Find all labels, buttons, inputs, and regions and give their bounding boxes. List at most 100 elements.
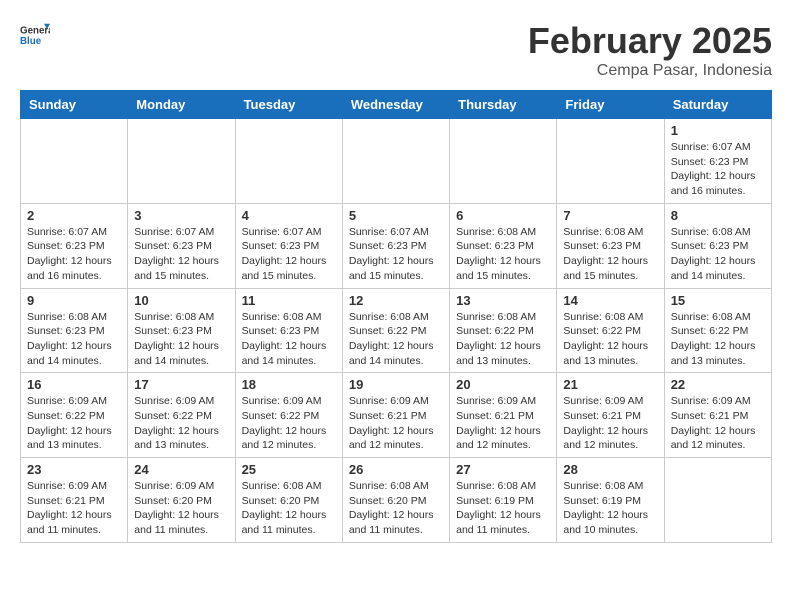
day-number: 3 bbox=[134, 208, 228, 223]
day-info: Sunrise: 6:09 AM Sunset: 6:21 PM Dayligh… bbox=[27, 479, 121, 538]
day-number: 9 bbox=[27, 293, 121, 308]
calendar-cell: 24 Sunrise: 6:09 AM Sunset: 6:20 PM Dayli… bbox=[128, 458, 235, 543]
calendar-cell: 1 Sunrise: 6:07 AM Sunset: 6:23 PM Daylig… bbox=[664, 119, 771, 204]
calendar-cell: 10 Sunrise: 6:08 AM Sunset: 6:23 PM Dayli… bbox=[128, 288, 235, 373]
week-row-1: 2 Sunrise: 6:07 AM Sunset: 6:23 PM Daylig… bbox=[21, 203, 772, 288]
calendar-cell: 15 Sunrise: 6:08 AM Sunset: 6:22 PM Dayli… bbox=[664, 288, 771, 373]
weekday-header-sunday: Sunday bbox=[21, 91, 128, 119]
calendar-cell: 16 Sunrise: 6:09 AM Sunset: 6:22 PM Dayli… bbox=[21, 373, 128, 458]
calendar-cell bbox=[557, 119, 664, 204]
calendar-cell: 11 Sunrise: 6:08 AM Sunset: 6:23 PM Dayli… bbox=[235, 288, 342, 373]
calendar-cell: 28 Sunrise: 6:08 AM Sunset: 6:19 PM Dayli… bbox=[557, 458, 664, 543]
day-number: 22 bbox=[671, 377, 765, 392]
day-info: Sunrise: 6:09 AM Sunset: 6:22 PM Dayligh… bbox=[27, 394, 121, 453]
calendar-cell bbox=[664, 458, 771, 543]
day-number: 10 bbox=[134, 293, 228, 308]
calendar-cell: 26 Sunrise: 6:08 AM Sunset: 6:20 PM Dayli… bbox=[342, 458, 449, 543]
calendar-cell: 27 Sunrise: 6:08 AM Sunset: 6:19 PM Dayli… bbox=[450, 458, 557, 543]
day-number: 25 bbox=[242, 462, 336, 477]
day-info: Sunrise: 6:07 AM Sunset: 6:23 PM Dayligh… bbox=[349, 225, 443, 284]
day-info: Sunrise: 6:08 AM Sunset: 6:22 PM Dayligh… bbox=[349, 310, 443, 369]
day-number: 27 bbox=[456, 462, 550, 477]
calendar-cell: 3 Sunrise: 6:07 AM Sunset: 6:23 PM Daylig… bbox=[128, 203, 235, 288]
day-info: Sunrise: 6:08 AM Sunset: 6:23 PM Dayligh… bbox=[563, 225, 657, 284]
day-info: Sunrise: 6:08 AM Sunset: 6:22 PM Dayligh… bbox=[563, 310, 657, 369]
weekday-header-saturday: Saturday bbox=[664, 91, 771, 119]
day-info: Sunrise: 6:09 AM Sunset: 6:21 PM Dayligh… bbox=[456, 394, 550, 453]
day-number: 5 bbox=[349, 208, 443, 223]
day-info: Sunrise: 6:08 AM Sunset: 6:23 PM Dayligh… bbox=[27, 310, 121, 369]
weekday-header-tuesday: Tuesday bbox=[235, 91, 342, 119]
calendar-cell: 19 Sunrise: 6:09 AM Sunset: 6:21 PM Dayli… bbox=[342, 373, 449, 458]
calendar-cell: 17 Sunrise: 6:09 AM Sunset: 6:22 PM Dayli… bbox=[128, 373, 235, 458]
day-number: 23 bbox=[27, 462, 121, 477]
calendar-cell bbox=[21, 119, 128, 204]
day-number: 2 bbox=[27, 208, 121, 223]
day-info: Sunrise: 6:08 AM Sunset: 6:23 PM Dayligh… bbox=[671, 225, 765, 284]
day-info: Sunrise: 6:07 AM Sunset: 6:23 PM Dayligh… bbox=[134, 225, 228, 284]
day-info: Sunrise: 6:07 AM Sunset: 6:23 PM Dayligh… bbox=[242, 225, 336, 284]
calendar: SundayMondayTuesdayWednesdayThursdayFrid… bbox=[20, 90, 772, 543]
day-number: 17 bbox=[134, 377, 228, 392]
day-info: Sunrise: 6:08 AM Sunset: 6:19 PM Dayligh… bbox=[456, 479, 550, 538]
logo: General Blue bbox=[20, 20, 50, 50]
day-number: 12 bbox=[349, 293, 443, 308]
day-info: Sunrise: 6:09 AM Sunset: 6:22 PM Dayligh… bbox=[134, 394, 228, 453]
day-number: 14 bbox=[563, 293, 657, 308]
day-info: Sunrise: 6:07 AM Sunset: 6:23 PM Dayligh… bbox=[671, 140, 765, 199]
weekday-header-monday: Monday bbox=[128, 91, 235, 119]
svg-text:General: General bbox=[20, 26, 50, 37]
day-info: Sunrise: 6:08 AM Sunset: 6:19 PM Dayligh… bbox=[563, 479, 657, 538]
title-area: February 2025 Cempa Pasar, Indonesia bbox=[528, 20, 772, 80]
day-number: 16 bbox=[27, 377, 121, 392]
day-info: Sunrise: 6:08 AM Sunset: 6:20 PM Dayligh… bbox=[349, 479, 443, 538]
day-number: 4 bbox=[242, 208, 336, 223]
day-number: 8 bbox=[671, 208, 765, 223]
day-number: 7 bbox=[563, 208, 657, 223]
day-number: 24 bbox=[134, 462, 228, 477]
weekday-header-friday: Friday bbox=[557, 91, 664, 119]
day-info: Sunrise: 6:08 AM Sunset: 6:23 PM Dayligh… bbox=[456, 225, 550, 284]
day-info: Sunrise: 6:09 AM Sunset: 6:21 PM Dayligh… bbox=[671, 394, 765, 453]
calendar-cell: 6 Sunrise: 6:08 AM Sunset: 6:23 PM Daylig… bbox=[450, 203, 557, 288]
calendar-cell bbox=[342, 119, 449, 204]
day-number: 18 bbox=[242, 377, 336, 392]
day-number: 6 bbox=[456, 208, 550, 223]
calendar-cell: 18Sunrise: 6:09 AM Sunset: 6:22 PM Dayli… bbox=[235, 373, 342, 458]
day-number: 1 bbox=[671, 123, 765, 138]
calendar-cell: 25 Sunrise: 6:08 AM Sunset: 6:20 PM Dayli… bbox=[235, 458, 342, 543]
calendar-cell: 22 Sunrise: 6:09 AM Sunset: 6:21 PM Dayli… bbox=[664, 373, 771, 458]
calendar-cell: 13 Sunrise: 6:08 AM Sunset: 6:22 PM Dayli… bbox=[450, 288, 557, 373]
day-info: Sunrise: 6:09 AM Sunset: 6:21 PM Dayligh… bbox=[349, 394, 443, 453]
day-info: Sunrise: 6:08 AM Sunset: 6:20 PM Dayligh… bbox=[242, 479, 336, 538]
calendar-cell: 12 Sunrise: 6:08 AM Sunset: 6:22 PM Dayli… bbox=[342, 288, 449, 373]
day-info: Sunrise: 6:08 AM Sunset: 6:22 PM Dayligh… bbox=[456, 310, 550, 369]
day-number: 19 bbox=[349, 377, 443, 392]
day-number: 28 bbox=[563, 462, 657, 477]
calendar-cell bbox=[450, 119, 557, 204]
calendar-cell: 2 Sunrise: 6:07 AM Sunset: 6:23 PM Daylig… bbox=[21, 203, 128, 288]
location-title: Cempa Pasar, Indonesia bbox=[528, 62, 772, 80]
day-number: 15 bbox=[671, 293, 765, 308]
calendar-cell bbox=[128, 119, 235, 204]
day-number: 26 bbox=[349, 462, 443, 477]
week-row-4: 23 Sunrise: 6:09 AM Sunset: 6:21 PM Dayli… bbox=[21, 458, 772, 543]
month-title: February 2025 bbox=[528, 20, 772, 62]
calendar-cell: 9 Sunrise: 6:08 AM Sunset: 6:23 PM Daylig… bbox=[21, 288, 128, 373]
week-row-0: 1 Sunrise: 6:07 AM Sunset: 6:23 PM Daylig… bbox=[21, 119, 772, 204]
day-info: Sunrise: 6:08 AM Sunset: 6:23 PM Dayligh… bbox=[134, 310, 228, 369]
calendar-cell: 7 Sunrise: 6:08 AM Sunset: 6:23 PM Daylig… bbox=[557, 203, 664, 288]
day-info: Sunrise: 6:07 AM Sunset: 6:23 PM Dayligh… bbox=[27, 225, 121, 284]
day-number: 11 bbox=[242, 293, 336, 308]
calendar-cell: 8 Sunrise: 6:08 AM Sunset: 6:23 PM Daylig… bbox=[664, 203, 771, 288]
day-info: Sunrise: 6:08 AM Sunset: 6:23 PM Dayligh… bbox=[242, 310, 336, 369]
calendar-cell: 5 Sunrise: 6:07 AM Sunset: 6:23 PM Daylig… bbox=[342, 203, 449, 288]
svg-text:Blue: Blue bbox=[20, 36, 42, 47]
day-info: Sunrise: 6:08 AM Sunset: 6:22 PM Dayligh… bbox=[671, 310, 765, 369]
week-row-2: 9 Sunrise: 6:08 AM Sunset: 6:23 PM Daylig… bbox=[21, 288, 772, 373]
calendar-cell: 20 Sunrise: 6:09 AM Sunset: 6:21 PM Dayli… bbox=[450, 373, 557, 458]
calendar-cell: 23 Sunrise: 6:09 AM Sunset: 6:21 PM Dayli… bbox=[21, 458, 128, 543]
day-number: 20 bbox=[456, 377, 550, 392]
day-number: 13 bbox=[456, 293, 550, 308]
day-info: Sunrise: 6:09 AM Sunset: 6:20 PM Dayligh… bbox=[134, 479, 228, 538]
